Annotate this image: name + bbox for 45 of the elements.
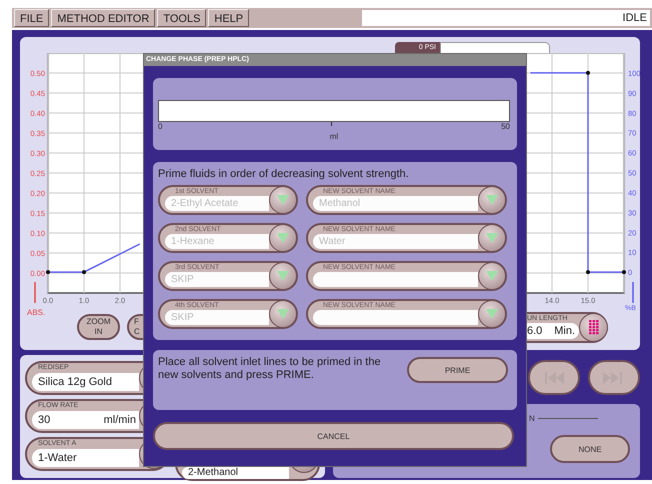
run-length-field[interactable]: 6.0 Min. — [527, 323, 579, 339]
axis-line — [632, 282, 634, 303]
data-point — [82, 270, 86, 274]
triangle-icon — [276, 194, 290, 206]
unit-label: Min. — [554, 325, 575, 337]
scale-label: 0 — [158, 122, 162, 131]
triangle-icon — [485, 194, 499, 206]
data-point — [586, 70, 590, 75]
field-value: 1-Water — [38, 452, 77, 464]
data-point — [46, 270, 50, 274]
keypad-icon — [588, 320, 598, 335]
field-value: Water — [319, 236, 346, 247]
field-value: Methanol — [319, 198, 360, 209]
triangle-icon — [276, 308, 290, 320]
menu-button[interactable]: FILE — [14, 9, 50, 27]
prime-button[interactable]: PRIME — [407, 357, 508, 383]
keypad-button[interactable] — [579, 313, 608, 342]
triangle-icon — [485, 232, 499, 244]
chart-button[interactable]: ZOOM IN — [77, 314, 120, 340]
unit-label: ml — [328, 132, 340, 141]
data-point — [586, 270, 590, 274]
field-value: 1-Hexane — [171, 236, 214, 247]
field-value: SKIP — [171, 312, 194, 323]
unit-label: ml/min — [104, 414, 136, 426]
menu-button[interactable]: METHOD EDITOR — [51, 9, 156, 27]
menu-button[interactable]: HELP — [208, 9, 250, 27]
cancel-button[interactable]: CANCEL — [153, 422, 514, 450]
field-value: 30 — [38, 414, 50, 426]
option-button[interactable]: NONE — [550, 435, 630, 463]
triangle-icon — [485, 270, 499, 282]
status-field: IDLE — [362, 10, 650, 26]
field-value: Silica 12g Gold — [38, 376, 112, 388]
field-value: SKIP — [171, 274, 194, 285]
triangle-icon — [276, 270, 290, 282]
menu-button[interactable]: TOOLS — [157, 9, 206, 27]
triangle-icon — [276, 232, 290, 244]
field-value: 6.0 — [527, 325, 542, 337]
section-label: N — [529, 414, 535, 423]
data-point — [622, 270, 626, 274]
scale-label: 50 — [501, 122, 510, 131]
instruction-text: Prime fluids in order of decreasing solvent strength. — [158, 167, 410, 181]
field-value: 2-Methanol — [188, 467, 238, 479]
axis-line — [34, 282, 36, 303]
axis-title: ABS. — [27, 308, 46, 317]
triangle-icon — [485, 308, 499, 320]
